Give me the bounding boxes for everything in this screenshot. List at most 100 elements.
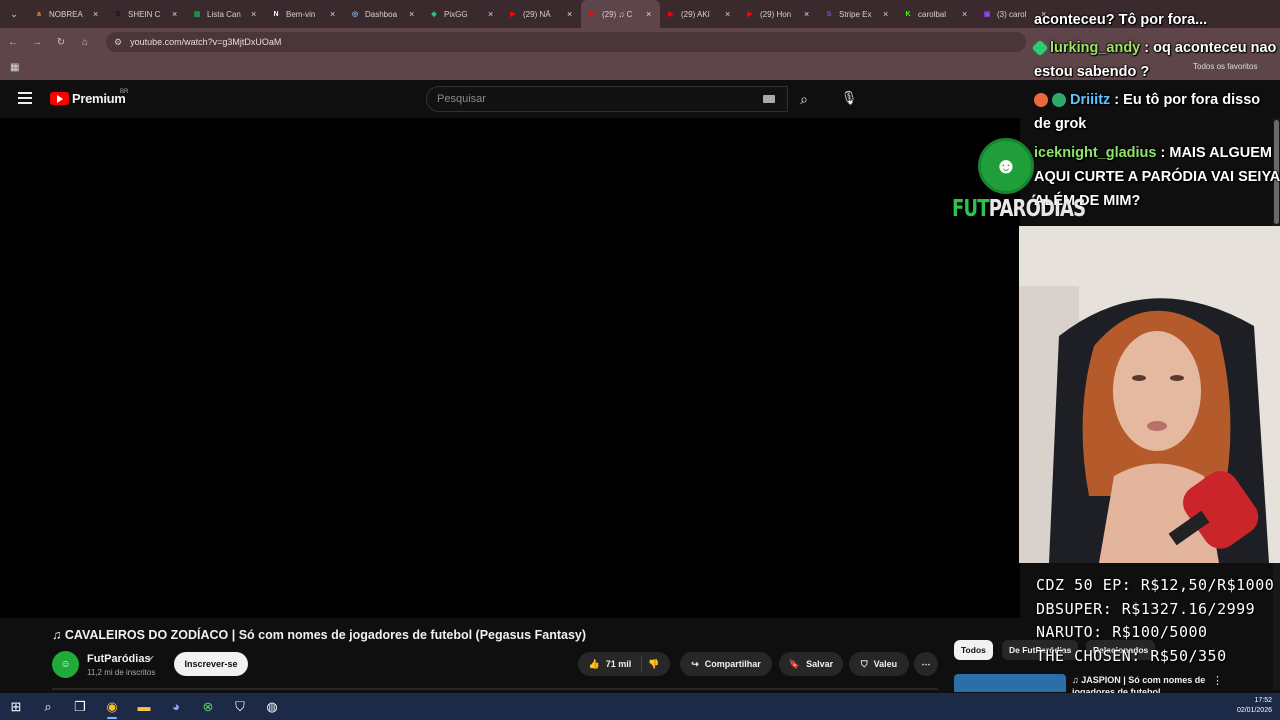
tab-label: Bem-vin bbox=[286, 9, 316, 19]
tab-label: PixGG bbox=[444, 9, 468, 19]
close-tab-icon[interactable]: × bbox=[409, 9, 417, 19]
like-count: 71 mil bbox=[605, 659, 632, 669]
tab-search-chevron-icon[interactable]: ⌄ bbox=[0, 0, 28, 28]
close-tab-icon[interactable]: × bbox=[488, 9, 496, 19]
xbox-icon[interactable]: ⊗ bbox=[192, 693, 224, 720]
youtube-icon: ▶ bbox=[589, 11, 595, 18]
tab-label: NOBREA bbox=[49, 9, 83, 19]
goal-line: CDZ 50 EP: R$12,50/R$1000 bbox=[1036, 576, 1275, 594]
youtube-premium-logo[interactable]: Premium bbox=[50, 91, 126, 106]
like-button[interactable]: 👍 71 mil bbox=[589, 656, 643, 672]
youtube-icon: ▶ bbox=[668, 11, 674, 18]
notion-icon: N bbox=[273, 10, 279, 18]
tab-label: Dashboa bbox=[365, 9, 398, 19]
close-tab-icon[interactable]: × bbox=[962, 9, 970, 19]
shein-icon: S bbox=[115, 10, 121, 18]
valeu-label: Valeu bbox=[873, 659, 898, 669]
video-title: ♫ CAVALEIROS DO ZODÍACO | Só com nomes d… bbox=[52, 628, 587, 642]
task-view-icon[interactable]: ❐ bbox=[64, 693, 96, 720]
like-dislike-group: 👍 71 mil 👎 bbox=[578, 652, 670, 676]
browser-tab[interactable]: ▶ (29) AKI × bbox=[660, 0, 739, 28]
home-icon[interactable]: ⌂ bbox=[78, 35, 92, 49]
clock-time: 17:52 bbox=[1254, 697, 1272, 704]
close-tab-icon[interactable]: × bbox=[330, 9, 338, 19]
chat-username: lurking_andy bbox=[1050, 40, 1141, 56]
browser-tab[interactable]: S SHEIN C × bbox=[107, 0, 186, 28]
chip-all[interactable]: Todos bbox=[954, 640, 993, 660]
close-tab-icon[interactable]: × bbox=[725, 9, 733, 19]
screen: ⌄ a NOBREA × S SHEIN C × ▦ Lista Can × N Bem-vin × ◎… bbox=[0, 0, 1280, 720]
search-input[interactable]: Pesquisar bbox=[426, 86, 788, 112]
close-tab-icon[interactable]: × bbox=[93, 9, 101, 19]
tab-label: SHEIN C bbox=[128, 9, 161, 19]
browser-tab[interactable]: Kcarolbal × bbox=[897, 0, 976, 28]
goal-line: DBSUPER: R$1327.16/2999 bbox=[1036, 599, 1256, 618]
sub-badge-icon bbox=[1034, 93, 1048, 108]
reload-icon[interactable]: ↻ bbox=[54, 35, 68, 49]
thanks-button[interactable]: ⛉ Valeu bbox=[849, 652, 909, 676]
chat-message: Driiitz : Eu tô por fora disso de grok bbox=[1034, 88, 1280, 136]
menu-hamburger-icon[interactable] bbox=[18, 92, 32, 104]
related-video-thumbnail[interactable] bbox=[954, 674, 1066, 692]
discord-icon[interactable]: ◕ bbox=[160, 693, 192, 720]
system-clock[interactable]: 17:52 02/01/2026 bbox=[1237, 696, 1272, 716]
back-arrow-icon[interactable]: ← bbox=[6, 35, 20, 49]
video-player[interactable] bbox=[0, 118, 1020, 618]
tab-label: carolbal bbox=[918, 9, 947, 19]
browser-tab[interactable]: ▶ (29) NÃ × bbox=[502, 0, 581, 28]
subscribe-button[interactable]: Inscrever-se bbox=[174, 652, 248, 676]
browser-tab[interactable]: S Stripe Ex × bbox=[818, 0, 897, 28]
streamer-webcam bbox=[1019, 226, 1280, 563]
share-arrow-icon: ↪ bbox=[691, 658, 699, 669]
address-bar[interactable]: ⚙ youtube.com/watch?v=g3MjtDxUOaM bbox=[106, 32, 1026, 52]
file-explorer-icon[interactable]: ▬ bbox=[128, 693, 160, 720]
futparodias-headphone-logo: ☻ bbox=[978, 138, 1034, 194]
close-tab-icon[interactable]: × bbox=[172, 9, 180, 19]
search-icon[interactable]: ⌕ bbox=[32, 693, 64, 720]
close-tab-icon[interactable]: × bbox=[883, 9, 891, 19]
twitch-icon: ▣ bbox=[983, 11, 991, 18]
close-tab-icon[interactable]: × bbox=[567, 9, 575, 19]
browser-tab[interactable]: a NOBREA × bbox=[28, 0, 107, 28]
browser-tab[interactable]: ▶ (29) ♫ C × bbox=[581, 0, 660, 28]
browser-tab[interactable]: ◆ PixGG × bbox=[423, 0, 502, 28]
chat-text: aconteceu? Tô por fora... bbox=[1034, 12, 1208, 28]
goal-line: THE CHOSEN: R$50/350 bbox=[1036, 646, 1227, 665]
more-actions-icon[interactable]: ⋯ bbox=[914, 652, 938, 676]
browser-tab[interactable]: ▶ (29) Hon × bbox=[739, 0, 818, 28]
bookmark-icon: 🔖 bbox=[788, 658, 801, 669]
logo-text: Premium bbox=[72, 91, 126, 106]
forward-arrow-icon[interactable]: → bbox=[30, 35, 44, 49]
channel-name[interactable]: FutParódias bbox=[87, 653, 151, 665]
microphone-icon[interactable]: 🎙 bbox=[838, 87, 860, 109]
site-info-icon[interactable]: ⚙ bbox=[114, 37, 122, 48]
shield-app-icon[interactable]: ⛉ bbox=[224, 693, 256, 720]
browser-tab[interactable]: N Bem-vin × bbox=[265, 0, 344, 28]
tab-label: (29) NÃ bbox=[523, 9, 551, 19]
channel-avatar[interactable]: ☺ bbox=[52, 651, 79, 678]
windows-taskbar: ⊞ ⌕ ❐ ◉ ▬ ◕ ⊗ ⛉ ◍ bbox=[0, 693, 1280, 720]
goal-line: NARUTO: R$100/5000 bbox=[1036, 623, 1208, 641]
close-tab-icon[interactable]: × bbox=[646, 9, 654, 19]
chat-text: : Eu tô por fora disso de grok bbox=[1034, 92, 1261, 132]
url-text: youtube.com/watch?v=g3MjtDxUOaM bbox=[130, 37, 282, 47]
mod-badge-icon bbox=[1052, 93, 1066, 108]
youtube-icon: ▶ bbox=[747, 11, 753, 18]
share-button[interactable]: ↪ Compartilhar bbox=[680, 652, 772, 676]
close-tab-icon[interactable]: × bbox=[804, 9, 812, 19]
windows-start-icon[interactable]: ⊞ bbox=[0, 693, 32, 720]
tab-label: Lista Can bbox=[207, 9, 241, 19]
related-more-icon[interactable]: ⋮ bbox=[1212, 674, 1223, 687]
thumbs-up-icon: 👍 bbox=[588, 658, 600, 669]
close-tab-icon[interactable]: × bbox=[251, 9, 259, 19]
obs-icon[interactable]: ◍ bbox=[256, 693, 288, 720]
apps-grid-icon[interactable]: ▦ bbox=[10, 62, 19, 73]
gem-badge-icon bbox=[1031, 39, 1049, 57]
keyboard-icon[interactable] bbox=[763, 95, 775, 103]
search-icon[interactable]: ⌕ bbox=[788, 86, 820, 112]
chrome-icon[interactable]: ◉ bbox=[96, 693, 128, 720]
thumbs-down-icon[interactable]: 👎 bbox=[648, 659, 659, 670]
save-button[interactable]: 🔖 Salvar bbox=[779, 652, 843, 676]
browser-tab[interactable]: ▦ Lista Can × bbox=[186, 0, 265, 28]
browser-tab[interactable]: ◎ Dashboa × bbox=[344, 0, 423, 28]
